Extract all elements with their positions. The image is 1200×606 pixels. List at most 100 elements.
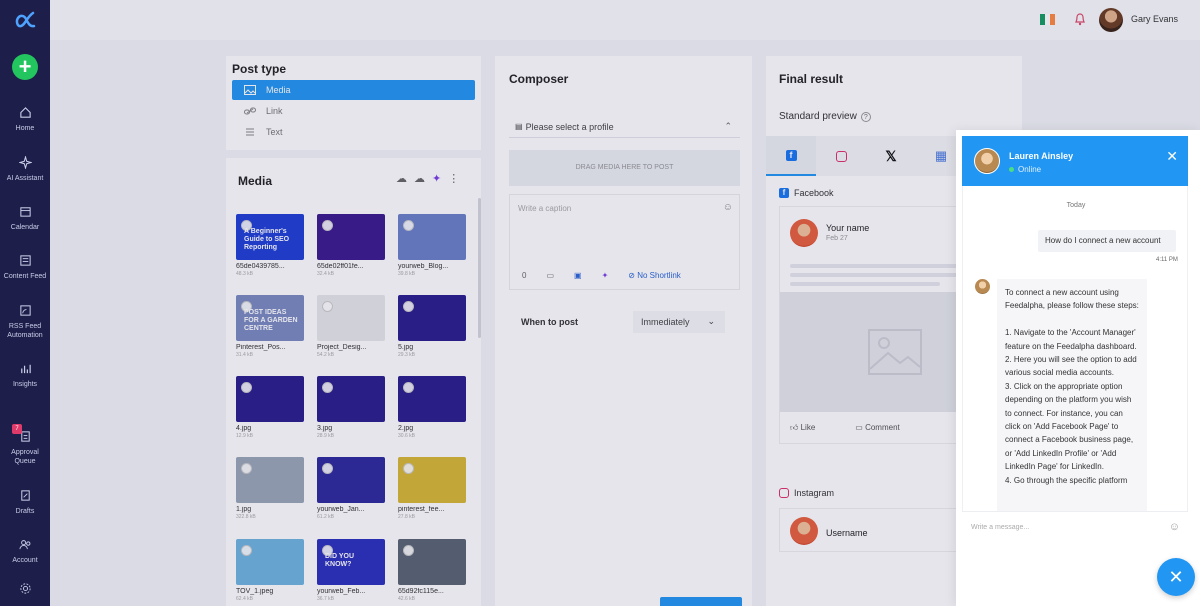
sidebar-item-home[interactable]: Home [0,106,50,133]
sidebar-item-label: Home [15,125,35,132]
comment-label: Comment [865,423,900,432]
cloud-upload-icon[interactable]: ☁ [396,172,407,185]
create-post-button[interactable]: + [0,52,50,82]
settings-button[interactable] [0,582,50,600]
chat-message-input[interactable]: Write a message... ☺ [962,511,1188,545]
agent-avatar [974,148,1000,174]
select-checkbox[interactable] [241,382,252,393]
select-checkbox[interactable] [322,220,333,231]
more-options-icon[interactable]: ⋮ [448,172,459,185]
close-icon[interactable]: ✕ [1166,148,1178,165]
sidebar-item-account[interactable]: Account [0,538,50,565]
sidebar-item-approval-queue[interactable]: 7 Approval Queue [0,424,50,466]
sidebar-item-label: Content Feed [3,273,47,280]
day-divider: Today [1066,202,1086,209]
media-thumbnail[interactable]: yourweb_Jan... 61.2 kB [317,457,385,520]
sidebar-item-insights[interactable]: Insights [0,362,50,389]
tab-instagram[interactable] [816,136,866,176]
rss-icon [19,305,31,316]
image-placeholder-icon [868,329,922,375]
emoji-icon[interactable]: ☺ [1169,521,1180,533]
close-icon: ✕ [1168,567,1184,587]
post-type-label: Media [266,85,291,95]
gallery-icon[interactable]: ▭ [546,271,554,280]
sidebar-item-calendar[interactable]: Calendar [0,205,50,232]
sidebar-item-ai-assistant[interactable]: AI Assistant [0,156,50,183]
ireland-flag-icon[interactable] [1040,14,1055,25]
profile-select-placeholder: Please select a profile [525,121,614,132]
media-drop-zone[interactable]: DRAG MEDIA HERE TO POST [509,150,740,186]
tab-x[interactable]: 𝕏 [866,136,916,176]
media-thumbnail[interactable]: 1.jpg 322.8 kB [236,457,304,520]
media-thumbnail[interactable]: 4.jpg 12.9 kB [236,376,304,439]
media-thumbnail[interactable]: TOV_1.jpeg 62.4 kB [236,539,304,602]
post-type-text[interactable]: Text [232,122,475,142]
user-avatar[interactable] [1099,8,1123,32]
select-checkbox[interactable] [241,463,252,474]
bell-icon[interactable] [1074,12,1086,26]
chat-widget: Lauren Ainsley Online ✕ Today How do I c… [956,130,1200,606]
help-icon[interactable]: ? [860,112,871,122]
media-thumbnail[interactable]: 3.jpg 28.9 kB [317,376,385,439]
composer-panel: Composer ▤ Please select a profile ⌃ DRA… [495,56,752,606]
caption-editor[interactable]: Write a caption ☺ 0 ▭ ▣ ✦ ⊘ No Shortlink [509,194,740,290]
select-checkbox[interactable] [403,382,414,393]
media-scrollbar[interactable] [478,198,481,338]
approval-count-badge: 7 [12,424,22,434]
user-message: How do I connect a new account [1038,230,1176,252]
store-icon: ▦ [934,148,948,163]
select-checkbox[interactable] [403,220,414,231]
agent-status-text: Online [1018,165,1042,174]
media-thumbnail[interactable]: 5.jpg 29.3 kB [398,295,466,358]
comment-button[interactable]: ▭ Comment [855,423,899,433]
media-filesize: 322.8 kB [236,514,256,520]
tab-facebook[interactable]: f [766,136,816,176]
emoji-icon[interactable]: ☺ [723,202,733,213]
feedalpha-logo[interactable] [0,0,50,40]
message-timestamp: 4:11 PM [1156,257,1178,263]
sidebar-item-label: Approval Queue [11,449,39,465]
chat-toggle-button[interactable]: ✕ [1157,558,1195,596]
profile-select[interactable]: ▤ Please select a profile ⌃ [509,116,740,138]
media-thumbnail[interactable]: pinterest_fee... 27.8 kB [398,457,466,520]
media-thumbnail[interactable]: yourweb_Blog... 39.8 kB [398,214,466,277]
select-checkbox[interactable] [322,301,333,312]
shortlink-label: No Shortlink [637,271,681,280]
media-thumbnail[interactable]: A Beginner's Guide to SEO Reporting 65de0… [236,214,304,277]
media-image [317,214,385,260]
save-icon[interactable]: ▣ [574,271,582,280]
post-type-panel: Post type Media Link Text [226,56,481,150]
shortlink-toggle[interactable]: ⊘ No Shortlink [628,271,681,280]
media-thumbnail[interactable]: 65d92fc115e... 42.6 kB [398,539,466,602]
media-thumbnail[interactable]: Project_Desig... 54.2 kB [317,295,385,358]
media-panel: Media ☁ ☁ ✦ ⋮ A Beginner's Guide to SEO … [226,158,481,606]
select-checkbox[interactable] [403,545,414,556]
top-bar: Gary Evans ⌄ [50,0,1200,40]
post-type-link[interactable]: Link [232,101,475,121]
link-icon [244,107,256,115]
cloud-download-icon[interactable]: ☁ [414,172,425,185]
select-checkbox[interactable] [403,301,414,312]
when-to-post-select[interactable]: Immediately ⌄ [633,311,725,333]
like-button[interactable]: 👍︎ Like [790,423,815,433]
ai-sparkle-icon[interactable]: ✦ [432,172,441,185]
media-thumbnail[interactable]: POST IDEAS FOR A GARDEN CENTRE Pinterest_… [236,295,304,358]
post-button[interactable] [660,597,742,606]
post-type-media[interactable]: Media [232,80,475,100]
sidebar-item-rss-feed-automation[interactable]: RSS Feed Automation [0,304,50,340]
select-checkbox[interactable] [322,463,333,474]
media-thumbnail[interactable]: 2.jpg 30.6 kB [398,376,466,439]
select-checkbox[interactable] [322,382,333,393]
sidebar-item-label: Drafts [15,508,35,515]
select-checkbox[interactable] [403,463,414,474]
ai-sparkle-icon[interactable]: ✦ [602,271,609,280]
instagram-icon [779,488,789,498]
sidebar-item-content-feed[interactable]: Content Feed [0,254,50,281]
media-thumbnail[interactable]: 65de02ff01fe... 32.4 kB [317,214,385,277]
select-checkbox[interactable] [241,545,252,556]
chat-messages[interactable]: Today How do I connect a new account 4:1… [962,186,1188,511]
media-thumbnail[interactable]: DID YOU KNOW? yourweb_Feb... 36.7 kB [317,539,385,602]
media-image [398,295,466,341]
sidebar-item-drafts[interactable]: Drafts [0,489,50,516]
user-name[interactable]: Gary Evans [1131,14,1178,24]
